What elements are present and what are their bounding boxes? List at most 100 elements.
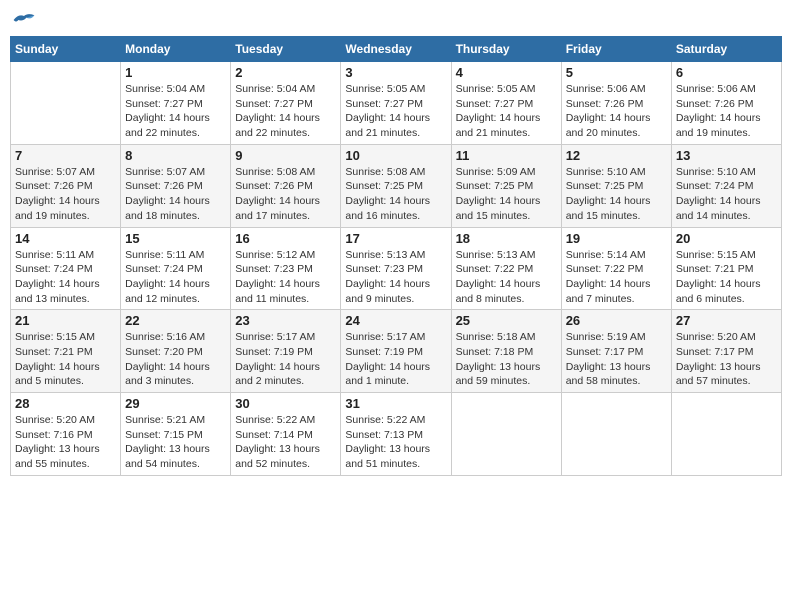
day-number: 26: [566, 313, 667, 328]
day-number: 23: [235, 313, 336, 328]
calendar-cell: 13Sunrise: 5:10 AMSunset: 7:24 PMDayligh…: [671, 144, 781, 227]
calendar-cell: 17 Sunrise: 5:13 AMSunset: 7:23 PMDayligh…: [341, 227, 451, 310]
day-number: 25: [456, 313, 557, 328]
calendar-cell: 30Sunrise: 5:22 AMSunset: 7:14 PMDayligh…: [231, 393, 341, 476]
calendar-cell: 25 Sunrise: 5:18 AMSunset: 7:18 PMDayligh…: [451, 310, 561, 393]
day-info: Sunrise: 5:22 AMSunset: 7:14 PMDaylight:…: [235, 413, 336, 472]
logo-bird-icon: [12, 10, 36, 30]
day-number: 9: [235, 148, 336, 163]
day-info: Sunrise: 5:17 AMSunset: 7:19 PMDaylight:…: [235, 330, 336, 389]
calendar-cell: [11, 62, 121, 145]
calendar-cell: 31 Sunrise: 5:22 AMSunset: 7:13 PMDayligh…: [341, 393, 451, 476]
day-number: 19: [566, 231, 667, 246]
day-number: 21: [15, 313, 116, 328]
calendar-cell: [671, 393, 781, 476]
calendar-header-sunday: Sunday: [11, 37, 121, 62]
day-info: Sunrise: 5:12 AMSunset: 7:23 PMDaylight:…: [235, 248, 336, 307]
day-number: 11: [456, 148, 557, 163]
day-number: 12: [566, 148, 667, 163]
calendar-header-tuesday: Tuesday: [231, 37, 341, 62]
calendar-cell: 2 Sunrise: 5:04 AMSunset: 7:27 PMDaylight…: [231, 62, 341, 145]
calendar-cell: 1 Sunrise: 5:04 AMSunset: 7:27 PMDaylight…: [121, 62, 231, 145]
day-info: Sunrise: 5:11 AMSunset: 7:24 PMDaylight:…: [125, 248, 226, 307]
calendar-cell: 10 Sunrise: 5:08 AMSunset: 7:25 PMDayligh…: [341, 144, 451, 227]
day-info: Sunrise: 5:04 AMSunset: 7:27 PMDaylight:…: [235, 82, 336, 141]
day-info: Sunrise: 5:22 AMSunset: 7:13 PMDaylight:…: [345, 413, 446, 472]
calendar-cell: 3Sunrise: 5:05 AMSunset: 7:27 PMDaylight…: [341, 62, 451, 145]
day-info: Sunrise: 5:06 AMSunset: 7:26 PMDaylight:…: [566, 82, 667, 141]
day-number: 7: [15, 148, 116, 163]
day-info: Sunrise: 5:05 AMSunset: 7:27 PMDaylight:…: [345, 82, 446, 141]
calendar-cell: 29 Sunrise: 5:21 AMSunset: 7:15 PMDayligh…: [121, 393, 231, 476]
calendar-cell: 4Sunrise: 5:05 AMSunset: 7:27 PMDaylight…: [451, 62, 561, 145]
day-info: Sunrise: 5:19 AMSunset: 7:17 PMDaylight:…: [566, 330, 667, 389]
day-info: Sunrise: 5:10 AMSunset: 7:24 PMDaylight:…: [676, 165, 777, 224]
calendar-cell: 6 Sunrise: 5:06 AMSunset: 7:26 PMDaylight…: [671, 62, 781, 145]
day-info: Sunrise: 5:04 AMSunset: 7:27 PMDaylight:…: [125, 82, 226, 141]
day-number: 24: [345, 313, 446, 328]
day-number: 16: [235, 231, 336, 246]
day-number: 10: [345, 148, 446, 163]
day-info: Sunrise: 5:08 AMSunset: 7:26 PMDaylight:…: [235, 165, 336, 224]
calendar-header-monday: Monday: [121, 37, 231, 62]
calendar-header-row: SundayMondayTuesdayWednesdayThursdayFrid…: [11, 37, 782, 62]
calendar-header-saturday: Saturday: [671, 37, 781, 62]
day-number: 17: [345, 231, 446, 246]
day-number: 28: [15, 396, 116, 411]
day-number: 1: [125, 65, 226, 80]
day-number: 15: [125, 231, 226, 246]
calendar-header-thursday: Thursday: [451, 37, 561, 62]
calendar-cell: 7 Sunrise: 5:07 AMSunset: 7:26 PMDaylight…: [11, 144, 121, 227]
calendar-header-friday: Friday: [561, 37, 671, 62]
calendar-header-wednesday: Wednesday: [341, 37, 451, 62]
calendar-cell: [561, 393, 671, 476]
day-info: Sunrise: 5:07 AMSunset: 7:26 PMDaylight:…: [15, 165, 116, 224]
day-number: 29: [125, 396, 226, 411]
day-info: Sunrise: 5:21 AMSunset: 7:15 PMDaylight:…: [125, 413, 226, 472]
calendar-week-row: 28 Sunrise: 5:20 AMSunset: 7:16 PMDayligh…: [11, 393, 782, 476]
calendar-cell: 23 Sunrise: 5:17 AMSunset: 7:19 PMDayligh…: [231, 310, 341, 393]
day-number: 6: [676, 65, 777, 80]
calendar-cell: 16 Sunrise: 5:12 AMSunset: 7:23 PMDayligh…: [231, 227, 341, 310]
calendar-cell: 18Sunrise: 5:13 AMSunset: 7:22 PMDayligh…: [451, 227, 561, 310]
day-info: Sunrise: 5:15 AMSunset: 7:21 PMDaylight:…: [676, 248, 777, 307]
day-info: Sunrise: 5:07 AMSunset: 7:26 PMDaylight:…: [125, 165, 226, 224]
calendar-cell: 12Sunrise: 5:10 AMSunset: 7:25 PMDayligh…: [561, 144, 671, 227]
calendar-cell: 15 Sunrise: 5:11 AMSunset: 7:24 PMDayligh…: [121, 227, 231, 310]
day-info: Sunrise: 5:13 AMSunset: 7:23 PMDaylight:…: [345, 248, 446, 307]
day-info: Sunrise: 5:18 AMSunset: 7:18 PMDaylight:…: [456, 330, 557, 389]
day-info: Sunrise: 5:15 AMSunset: 7:21 PMDaylight:…: [15, 330, 116, 389]
calendar-week-row: 7 Sunrise: 5:07 AMSunset: 7:26 PMDaylight…: [11, 144, 782, 227]
day-info: Sunrise: 5:20 AMSunset: 7:17 PMDaylight:…: [676, 330, 777, 389]
day-info: Sunrise: 5:09 AMSunset: 7:25 PMDaylight:…: [456, 165, 557, 224]
calendar-cell: 8 Sunrise: 5:07 AMSunset: 7:26 PMDaylight…: [121, 144, 231, 227]
calendar-cell: 26 Sunrise: 5:19 AMSunset: 7:17 PMDayligh…: [561, 310, 671, 393]
calendar-cell: 5 Sunrise: 5:06 AMSunset: 7:26 PMDaylight…: [561, 62, 671, 145]
day-number: 5: [566, 65, 667, 80]
day-info: Sunrise: 5:17 AMSunset: 7:19 PMDaylight:…: [345, 330, 446, 389]
calendar-cell: 19Sunrise: 5:14 AMSunset: 7:22 PMDayligh…: [561, 227, 671, 310]
day-info: Sunrise: 5:08 AMSunset: 7:25 PMDaylight:…: [345, 165, 446, 224]
calendar-table: SundayMondayTuesdayWednesdayThursdayFrid…: [10, 36, 782, 476]
day-info: Sunrise: 5:06 AMSunset: 7:26 PMDaylight:…: [676, 82, 777, 141]
day-number: 20: [676, 231, 777, 246]
calendar-cell: 14 Sunrise: 5:11 AMSunset: 7:24 PMDayligh…: [11, 227, 121, 310]
day-number: 8: [125, 148, 226, 163]
day-number: 2: [235, 65, 336, 80]
day-info: Sunrise: 5:11 AMSunset: 7:24 PMDaylight:…: [15, 248, 116, 307]
logo: [10, 10, 36, 30]
calendar-cell: 21 Sunrise: 5:15 AMSunset: 7:21 PMDayligh…: [11, 310, 121, 393]
day-info: Sunrise: 5:20 AMSunset: 7:16 PMDaylight:…: [15, 413, 116, 472]
day-number: 27: [676, 313, 777, 328]
calendar-cell: 27 Sunrise: 5:20 AMSunset: 7:17 PMDayligh…: [671, 310, 781, 393]
day-info: Sunrise: 5:13 AMSunset: 7:22 PMDaylight:…: [456, 248, 557, 307]
day-number: 14: [15, 231, 116, 246]
day-number: 31: [345, 396, 446, 411]
calendar-cell: 9 Sunrise: 5:08 AMSunset: 7:26 PMDaylight…: [231, 144, 341, 227]
day-number: 22: [125, 313, 226, 328]
calendar-cell: 20 Sunrise: 5:15 AMSunset: 7:21 PMDayligh…: [671, 227, 781, 310]
calendar-cell: 11 Sunrise: 5:09 AMSunset: 7:25 PMDayligh…: [451, 144, 561, 227]
calendar-week-row: 21 Sunrise: 5:15 AMSunset: 7:21 PMDayligh…: [11, 310, 782, 393]
calendar-week-row: 14 Sunrise: 5:11 AMSunset: 7:24 PMDayligh…: [11, 227, 782, 310]
calendar-week-row: 1 Sunrise: 5:04 AMSunset: 7:27 PMDaylight…: [11, 62, 782, 145]
